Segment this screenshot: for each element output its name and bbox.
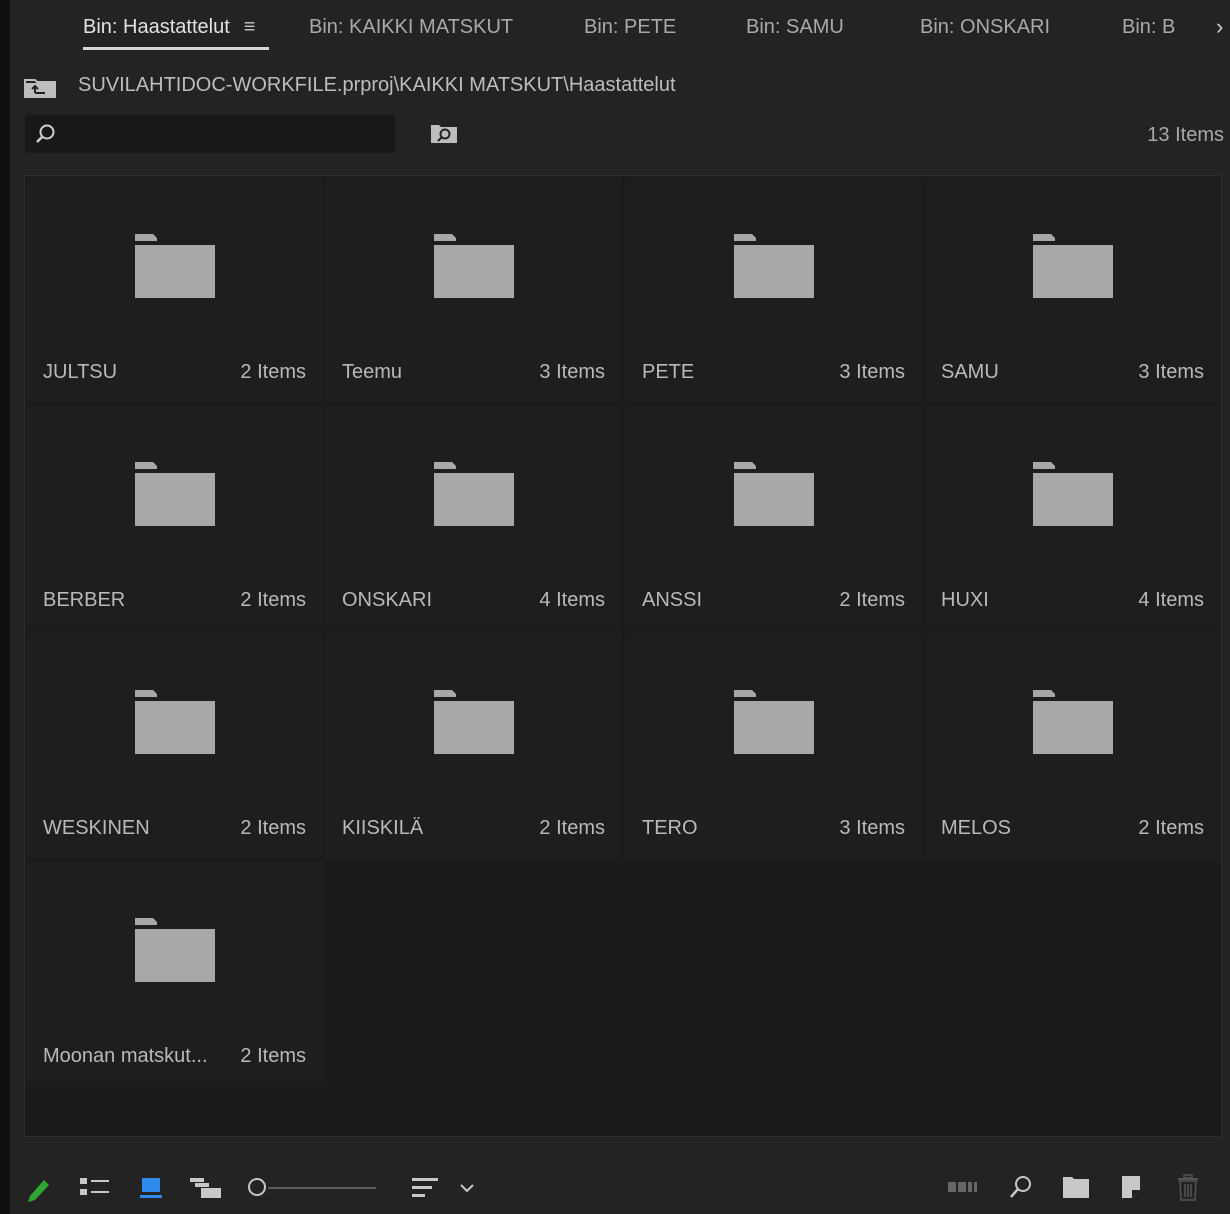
bin-tile[interactable]: Moonan matskut... 2 Items (26, 861, 322, 1086)
tab-kaikki-matskut[interactable]: Bin: KAIKKI MATSKUT (309, 16, 513, 39)
item-count: 13 Items (1147, 124, 1224, 146)
bin-item-count: 2 Items (240, 1045, 306, 1067)
bin-item-count: 2 Items (839, 589, 905, 611)
bin-name: Moonan matskut... (43, 1045, 208, 1067)
bin-name: HUXI (941, 589, 989, 611)
active-tab-indicator (83, 47, 269, 50)
find-icon[interactable] (1008, 1174, 1034, 1200)
zoom-slider-knob[interactable] (248, 1178, 266, 1196)
bin-name: PETE (642, 361, 695, 383)
tab-label: Bin: KAIKKI MATSKUT (309, 16, 514, 38)
bin-item-count: 2 Items (240, 817, 306, 839)
bin-name: JULTSU (43, 361, 118, 383)
tab-overflow-chevron-icon[interactable]: › (1216, 14, 1223, 40)
tab-label: Bin: SAMU (746, 16, 844, 38)
tab-label: Bin: PETE (584, 16, 677, 38)
search-icon (36, 124, 55, 143)
search-input[interactable] (25, 115, 395, 153)
bin-name: SAMU (941, 361, 999, 383)
bin-name: KIISKILÄ (342, 817, 424, 839)
tab-b[interactable]: Bin: B (1122, 16, 1177, 39)
bin-item-count: 2 Items (1138, 817, 1204, 839)
folder-icon (135, 690, 215, 754)
search-field[interactable] (65, 121, 389, 149)
bin-tile[interactable]: WESKINEN 2 Items (26, 633, 322, 858)
tab-label: Bin: Haastattelut (83, 16, 230, 38)
folder-icon (734, 234, 814, 298)
bin-item-count: 4 Items (1138, 589, 1204, 611)
bin-item-count: 4 Items (539, 589, 605, 611)
bin-tile[interactable]: KIISKILÄ 2 Items (325, 633, 621, 858)
bin-item-count: 3 Items (1138, 361, 1204, 383)
trash-icon[interactable] (1176, 1174, 1200, 1202)
bin-name: BERBER (43, 589, 126, 611)
freeform-view-icon[interactable] (190, 1174, 224, 1200)
tab-onskari[interactable]: Bin: ONSKARI (920, 16, 1050, 39)
folder-icon (434, 690, 514, 754)
folder-icon (434, 234, 514, 298)
automate-to-sequence-icon[interactable] (948, 1174, 980, 1200)
bin-grid: JULTSU 2 Items Teemu 3 Items PETE 3 Item… (24, 175, 1222, 1137)
bin-item-count: 3 Items (839, 361, 905, 383)
bin-tile[interactable]: ONSKARI 4 Items (325, 405, 621, 630)
navigate-up-icon[interactable] (24, 76, 56, 98)
bin-name: MELOS (941, 817, 1012, 839)
folder-icon (1033, 462, 1113, 526)
tab-label: Bin: ONSKARI (920, 16, 1051, 38)
bin-tile[interactable]: PETE 3 Items (625, 177, 921, 402)
tab-bar: Bin: Haastattelut ≡ Bin: KAIKKI MATSKUT B… (10, 0, 1230, 58)
bin-tile[interactable]: Teemu 3 Items (325, 177, 621, 402)
folder-icon (135, 918, 215, 982)
bin-name: Teemu (342, 361, 403, 383)
new-search-bin-icon[interactable] (430, 122, 458, 144)
folder-icon (1033, 690, 1113, 754)
zoom-slider-track[interactable] (268, 1187, 376, 1189)
bin-name: ONSKARI (342, 589, 433, 611)
bin-tile[interactable]: ANSSI 2 Items (625, 405, 921, 630)
tab-pete[interactable]: Bin: PETE (584, 16, 676, 39)
bin-tile[interactable]: SAMU 3 Items (924, 177, 1220, 402)
chevron-down-icon[interactable] (458, 1174, 476, 1200)
bin-name: WESKINEN (43, 817, 150, 839)
folder-icon (734, 462, 814, 526)
bin-tile[interactable]: BERBER 2 Items (26, 405, 322, 630)
folder-icon (135, 234, 215, 298)
new-item-icon[interactable] (1120, 1174, 1144, 1200)
pencil-icon[interactable] (26, 1174, 52, 1202)
breadcrumb: SUVILAHTIDOC-WORKFILE.prproj\KAIKKI MATS… (10, 70, 1230, 102)
sort-icon[interactable] (412, 1174, 440, 1200)
folder-icon (734, 690, 814, 754)
bin-tile[interactable]: MELOS 2 Items (924, 633, 1220, 858)
breadcrumb-path[interactable]: SUVILAHTIDOC-WORKFILE.prproj\KAIKKI MATS… (78, 74, 676, 97)
bin-name: ANSSI (642, 589, 703, 611)
bin-tile[interactable]: HUXI 4 Items (924, 405, 1220, 630)
tab-label: Bin: B (1122, 16, 1176, 38)
bin-tile[interactable]: TERO 3 Items (625, 633, 921, 858)
bottom-toolbar (10, 1160, 1230, 1214)
icon-view-icon[interactable] (140, 1174, 164, 1200)
bin-item-count: 3 Items (539, 361, 605, 383)
bin-item-count: 2 Items (240, 589, 306, 611)
tab-samu[interactable]: Bin: SAMU (746, 16, 844, 39)
panel-menu-icon[interactable]: ≡ (244, 16, 256, 39)
new-bin-icon[interactable] (1062, 1174, 1090, 1200)
bin-item-count: 2 Items (240, 361, 306, 383)
bin-item-count: 3 Items (839, 817, 905, 839)
folder-icon (1033, 234, 1113, 298)
bin-name: TERO (642, 817, 698, 839)
bin-item-count: 2 Items (539, 817, 605, 839)
bin-tile[interactable]: JULTSU 2 Items (26, 177, 322, 402)
tab-haastattelut[interactable]: Bin: Haastattelut ≡ (83, 16, 255, 39)
list-view-icon[interactable] (80, 1174, 112, 1200)
folder-icon (434, 462, 514, 526)
folder-icon (135, 462, 215, 526)
project-panel: Bin: Haastattelut ≡ Bin: KAIKKI MATSKUT B… (10, 0, 1230, 1214)
